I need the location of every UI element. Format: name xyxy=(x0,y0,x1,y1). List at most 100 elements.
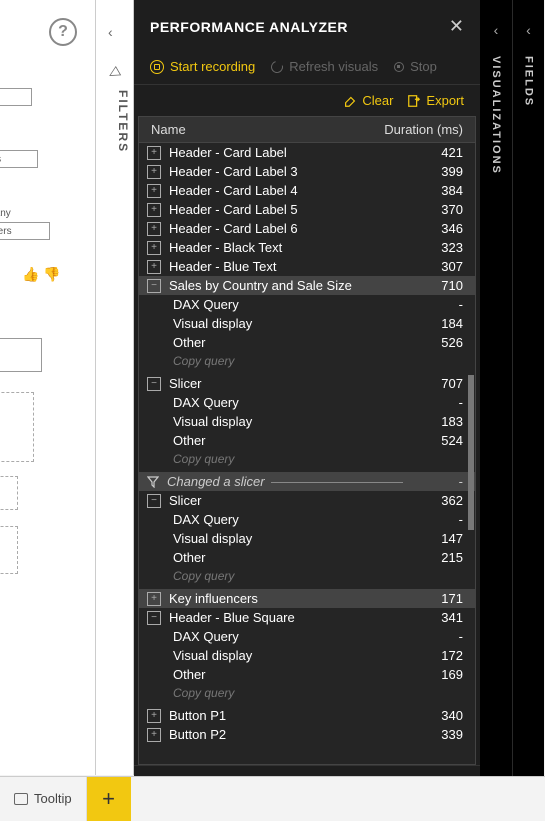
announce-icon: ◁ xyxy=(104,62,122,82)
row-name: Slicer xyxy=(161,376,403,391)
filters-pane: ‹ ◁ FILTERS xyxy=(96,0,134,775)
table-row[interactable]: +Header - Card Label 5370 xyxy=(139,200,475,219)
copy-query-link[interactable]: Copy query xyxy=(139,684,475,706)
col-name: Name xyxy=(151,122,186,137)
table-row[interactable]: +Header - Blue Text307 xyxy=(139,257,475,276)
canvas-visual[interactable]: Company xyxy=(0,204,44,222)
table-row[interactable]: +Header - Card Label 3399 xyxy=(139,162,475,181)
canvas-visual[interactable]: d Importers xyxy=(0,222,50,240)
table-row[interactable]: +Header - Card Label 6346 xyxy=(139,219,475,238)
visual-label: d Importers xyxy=(0,226,12,237)
table-subrow: DAX Query- xyxy=(139,393,475,412)
placeholder-visual[interactable] xyxy=(0,476,18,510)
tooltip-tab-label: Tooltip xyxy=(34,791,72,806)
row-name: Header - Card Label 4 xyxy=(161,183,403,198)
table-row[interactable]: −Slicer707 xyxy=(139,374,475,393)
copy-query-link[interactable]: Copy query xyxy=(139,450,475,472)
table-row[interactable]: −Slicer362 xyxy=(139,491,475,510)
subrow-label: Other xyxy=(173,550,403,565)
start-recording-button[interactable]: Start recording xyxy=(150,59,255,74)
q-and-a-box[interactable]: Class is xyxy=(0,338,42,372)
table-body[interactable]: +Header - Card Label421+Header - Card La… xyxy=(139,143,475,763)
canvas-visual[interactable]: Traders xyxy=(0,150,38,168)
visualizations-pane[interactable]: ‹ VISUALIZATIONS xyxy=(480,0,512,820)
table-row[interactable]: +Header - Card Label 4384 xyxy=(139,181,475,200)
copy-query-link[interactable]: Copy query xyxy=(139,567,475,589)
collapse-icon[interactable]: − xyxy=(147,494,161,508)
export-icon xyxy=(407,94,421,108)
stop-button: Stop xyxy=(394,59,437,74)
subrow-duration: 183 xyxy=(403,414,463,429)
clear-label: Clear xyxy=(362,93,393,108)
visualizations-label: VISUALIZATIONS xyxy=(490,56,502,175)
canvas-visual[interactable]: Video xyxy=(0,178,32,196)
tooltip-page-tab[interactable]: Tooltip xyxy=(0,777,87,821)
perf-toolbar: Start recording Refresh visuals Stop xyxy=(134,53,480,85)
visual-label: Traders xyxy=(0,154,1,165)
expand-icon[interactable]: + xyxy=(147,728,161,742)
row-duration: 362 xyxy=(403,493,463,508)
refresh-visuals-button: Refresh visuals xyxy=(271,59,378,74)
collapse-icon[interactable]: − xyxy=(147,611,161,625)
expand-icon[interactable]: ‹ xyxy=(526,22,531,38)
canvas-visual[interactable]: Works xyxy=(0,88,32,106)
copy-query-link[interactable]: Copy query xyxy=(139,352,475,374)
expand-icon[interactable]: + xyxy=(147,165,161,179)
table-subrow: Other215 xyxy=(139,548,475,567)
expand-icon[interactable]: + xyxy=(147,241,161,255)
add-page-button[interactable]: + xyxy=(87,777,131,821)
row-duration: 307 xyxy=(403,259,463,274)
help-icon[interactable]: ? xyxy=(49,18,77,46)
scrollbar-thumb[interactable] xyxy=(468,375,474,530)
stop-icon xyxy=(394,62,404,72)
collapse-icon[interactable]: − xyxy=(147,377,161,391)
subrow-label: Other xyxy=(173,433,403,448)
export-button[interactable]: Export xyxy=(407,93,464,108)
subrow-duration: 215 xyxy=(403,550,463,565)
expand-icon[interactable]: + xyxy=(147,260,161,274)
expand-icon[interactable]: + xyxy=(147,222,161,236)
subrow-label: DAX Query xyxy=(173,512,403,527)
clear-button[interactable]: Clear xyxy=(343,93,393,108)
fields-pane[interactable]: ‹ FIELDS xyxy=(512,0,544,820)
subrow-duration: 169 xyxy=(403,667,463,682)
pane-header: PERFORMANCE ANALYZER ✕ xyxy=(134,0,480,53)
thumbs-icons[interactable]: 👍 👎 xyxy=(22,266,61,283)
subrow-duration: 147 xyxy=(403,531,463,546)
table-row[interactable]: +Key influencers171 xyxy=(139,589,475,608)
expand-icon[interactable]: + xyxy=(147,184,161,198)
subrow-duration: 526 xyxy=(403,335,463,350)
row-name: Button P2 xyxy=(161,727,403,742)
row-name: Header - Card Label 6 xyxy=(161,221,403,236)
table-row[interactable]: +Header - Black Text323 xyxy=(139,238,475,257)
close-icon[interactable]: ✕ xyxy=(449,16,464,37)
row-name: Header - Card Label 3 xyxy=(161,164,403,179)
collapse-icon[interactable]: ‹ xyxy=(108,24,113,40)
placeholder-visual[interactable] xyxy=(0,526,18,574)
table-row[interactable]: +Button P1340 xyxy=(139,706,475,725)
subrow-duration: 524 xyxy=(403,433,463,448)
expand-icon[interactable]: + xyxy=(147,709,161,723)
table-row[interactable]: −Header - Blue Square341 xyxy=(139,608,475,627)
subrow-label: Other xyxy=(173,335,403,350)
expand-icon[interactable]: + xyxy=(147,146,161,160)
filters-label: FILTERS xyxy=(116,90,130,153)
row-duration: 341 xyxy=(403,610,463,625)
placeholder-visual[interactable] xyxy=(0,392,34,462)
subrow-label: Visual display xyxy=(173,414,403,429)
row-name: Header - Blue Text xyxy=(161,259,403,274)
expand-icon[interactable]: + xyxy=(147,592,161,606)
table-row[interactable]: −Sales by Country and Sale Size710 xyxy=(139,276,475,295)
table-row[interactable]: +Button P2339 xyxy=(139,725,475,744)
subrow-label: DAX Query xyxy=(173,297,403,312)
collapse-icon[interactable]: − xyxy=(147,279,161,293)
record-icon xyxy=(150,60,164,74)
subrow-duration: - xyxy=(403,297,463,312)
subrow-label: DAX Query xyxy=(173,629,403,644)
table-subrow: Visual display147 xyxy=(139,529,475,548)
expand-icon[interactable]: ‹ xyxy=(494,22,499,38)
table-row[interactable]: +Header - Card Label421 xyxy=(139,143,475,162)
expand-icon[interactable]: + xyxy=(147,203,161,217)
perf-table: Name Duration (ms) +Header - Card Label4… xyxy=(138,116,476,765)
table-subrow: DAX Query- xyxy=(139,295,475,314)
